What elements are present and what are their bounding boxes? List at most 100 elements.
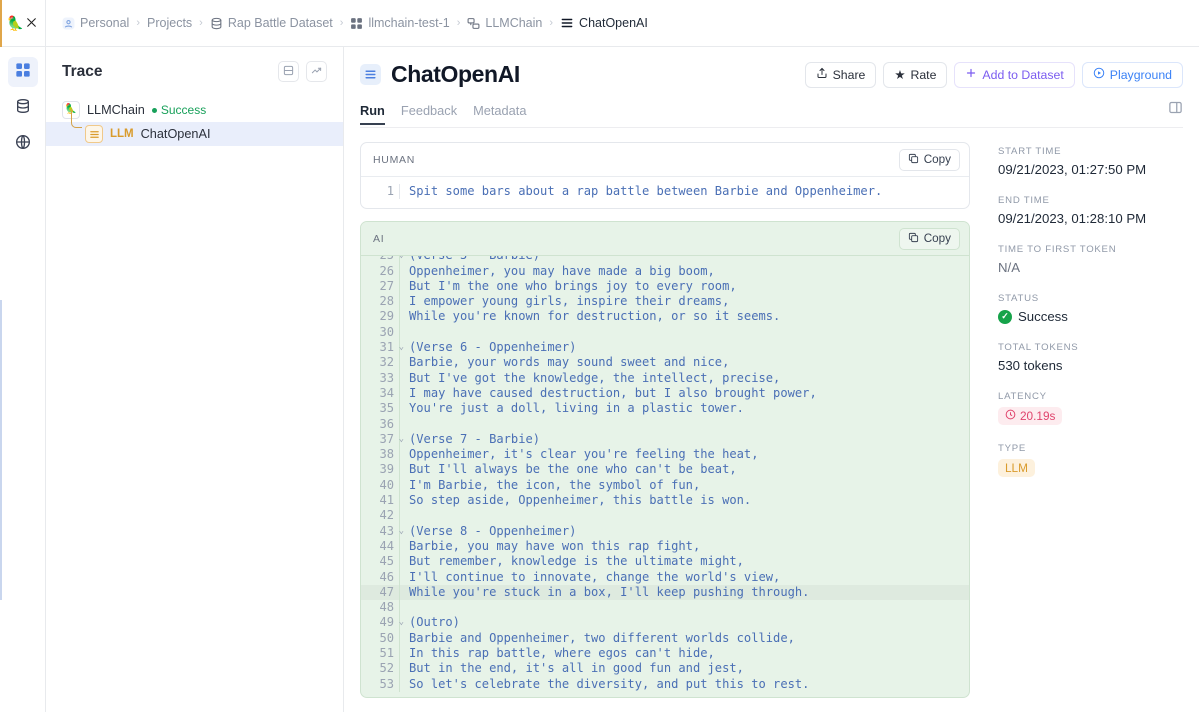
code-line: 53 So let's celebrate the diversity, and … (361, 676, 969, 692)
globe-icon (15, 134, 31, 155)
line-number: 50 (379, 630, 394, 645)
line-number: 36 (379, 416, 394, 431)
chevron-down-icon[interactable]: ⌄ (395, 432, 404, 447)
rail-item-projects[interactable] (7, 57, 38, 87)
trace-node-llmchain[interactable]: 🦜 LLMChain Success (46, 98, 343, 122)
line-number: 32 (379, 355, 394, 370)
breadcrumb-separator: › (136, 17, 141, 29)
message-human: HUMAN Copy 1 Spit some bars about a rap … (360, 142, 970, 210)
code-line: 48 (361, 600, 969, 616)
chain-icon (467, 17, 480, 30)
code-line: 33 But I've got the knowledge, the intell… (361, 370, 969, 386)
rail-item-datasets[interactable] (8, 93, 38, 123)
breadcrumb-item-chatopenai[interactable]: ChatOpenAI (560, 16, 648, 30)
share-button[interactable]: Share (804, 61, 877, 88)
meta-value: 530 tokens (998, 358, 1063, 373)
line-number: 44 (379, 538, 394, 553)
code-line-text: (Outro) (399, 615, 969, 631)
chevron-down-icon[interactable]: ⌄ (395, 524, 404, 539)
line-number: 37 ⌄ (379, 431, 404, 446)
chevron-down-icon[interactable]: ⌄ (395, 340, 404, 355)
database-icon (15, 98, 31, 119)
line-number: 31 ⌄ (379, 340, 404, 355)
line-number: 35 (379, 401, 394, 416)
tab-feedback[interactable]: Feedback (401, 103, 457, 125)
check-circle-icon: ✓ (998, 309, 1012, 324)
message-ai: AI Copy 25 ⌄ (Verse 5 - Barbie) 26 Oppen… (360, 221, 970, 699)
app-root: 🦜 Personal › Projects › Rap Battle Datas… (0, 0, 1199, 712)
breadcrumb-item-llmchain-test-1[interactable]: llmchain-test-1 (350, 16, 450, 30)
status-badge: Success (151, 103, 207, 117)
code-line: 30 (361, 324, 969, 341)
main-column: ChatOpenAI Share ★ Rate Add to Dataset P… (344, 47, 1199, 712)
meta-item: STATUS ✓ Success (998, 293, 1185, 324)
trace-node-chatopenai[interactable]: LLM ChatOpenAI (46, 109, 343, 146)
title-row: ChatOpenAI Share ★ Rate Add to Dataset P… (360, 61, 1183, 88)
meta-item: START TIME 09/21/2023, 01:27:50 PM (998, 146, 1185, 177)
code-line-text: But I've got the knowledge, the intellec… (399, 370, 969, 386)
add-to-dataset-button[interactable]: Add to Dataset (954, 61, 1075, 88)
line-number: 42 (379, 508, 394, 523)
meta-item: END TIME 09/21/2023, 01:28:10 PM (998, 195, 1185, 226)
breadcrumb-label: Personal (80, 16, 130, 30)
breadcrumb: Personal › Projects › Rap Battle Dataset… (46, 16, 648, 30)
breadcrumb-separator: › (549, 17, 554, 29)
meta-label: TIME TO FIRST TOKEN (998, 244, 1117, 255)
code-line-text: Oppenheimer, it's clear you're feeling t… (399, 447, 969, 463)
status-label: Success (160, 103, 207, 117)
code-line-text: Oppenheimer, you may have made a big boo… (399, 263, 969, 279)
add-to-dataset-label: Add to Dataset (982, 67, 1064, 82)
copy-button[interactable]: Copy (898, 148, 960, 171)
code-line: 44 Barbie, you may have won this rap figh… (361, 538, 969, 555)
code-line-text: While you're stuck in a box, I'll keep p… (399, 584, 969, 601)
chevron-down-icon[interactable]: ⌄ (395, 615, 404, 630)
breadcrumb-item-rap-battle-dataset[interactable]: Rap Battle Dataset (210, 16, 333, 30)
playground-button[interactable]: Playground (1081, 61, 1183, 88)
app-logo[interactable]: 🦜 (0, 0, 46, 46)
collapse-icon (283, 63, 294, 81)
llm-icon (360, 64, 381, 85)
meta-value: 20.19s (1020, 409, 1056, 423)
copy-button[interactable]: Copy (898, 227, 960, 250)
collapse-tree-button[interactable] (278, 61, 299, 82)
line-number: 1 (386, 184, 394, 198)
left-rail (0, 47, 46, 712)
rate-button[interactable]: ★ Rate (883, 61, 948, 88)
code-line: 34 I may have caused destruction, but I a… (361, 385, 969, 402)
playground-label: Playground (1109, 67, 1172, 82)
tab-metadata[interactable]: Metadata (473, 103, 526, 125)
status-dot-icon (151, 107, 157, 113)
line-number: 43 ⌄ (379, 523, 404, 538)
code-line-text: Barbie and Oppenheimer, two different wo… (399, 630, 969, 647)
chain-link-icon (25, 16, 38, 31)
code-line-text: Barbie, you may have won this rap fight, (399, 538, 969, 555)
breadcrumb-item-llmchain[interactable]: LLMChain (467, 16, 542, 30)
panel-toggle-icon[interactable] (1168, 100, 1183, 127)
line-number: 49 ⌄ (379, 615, 404, 630)
breadcrumb-item-personal[interactable]: Personal (62, 16, 129, 30)
code-line: 41 So step aside, Oppenheimer, this battl… (361, 493, 969, 509)
code-line: 49 ⌄ (Outro) (361, 615, 969, 631)
ai-message-body[interactable]: 25 ⌄ (Verse 5 - Barbie) 26 Oppenheimer, you … (361, 255, 969, 697)
meta-label: TOTAL TOKENS (998, 342, 1079, 353)
trace-node-label: LLMChain (87, 103, 145, 117)
tab-run[interactable]: Run (360, 103, 385, 125)
chevron-down-icon[interactable]: ⌄ (395, 256, 404, 263)
copy-label: Copy (923, 232, 951, 246)
line-number: 28 (379, 294, 394, 309)
code-line: 45 But remember, knowledge is the ultimat… (361, 554, 969, 570)
rail-item-deployments[interactable] (8, 129, 38, 159)
breadcrumb-label: Projects (147, 16, 193, 30)
left-edge-accent-secondary (0, 300, 2, 600)
meta-item: LATENCY 20.19s (998, 391, 1185, 425)
code-line-text: So step aside, Oppenheimer, this battle … (399, 493, 969, 509)
code-line: 46 I'll continue to innovate, change the … (361, 569, 969, 585)
breadcrumb-separator: › (456, 17, 461, 29)
expand-tree-button[interactable] (306, 61, 327, 82)
breadcrumb-item-projects[interactable]: Projects (147, 16, 192, 30)
clock-icon (1005, 409, 1016, 423)
code-line: 25 ⌄ (Verse 5 - Barbie) (361, 256, 969, 264)
grid-icon (350, 17, 363, 30)
code-line: 42 (361, 508, 969, 524)
code-line-text: But in the end, it's all in good fun and… (399, 661, 969, 677)
